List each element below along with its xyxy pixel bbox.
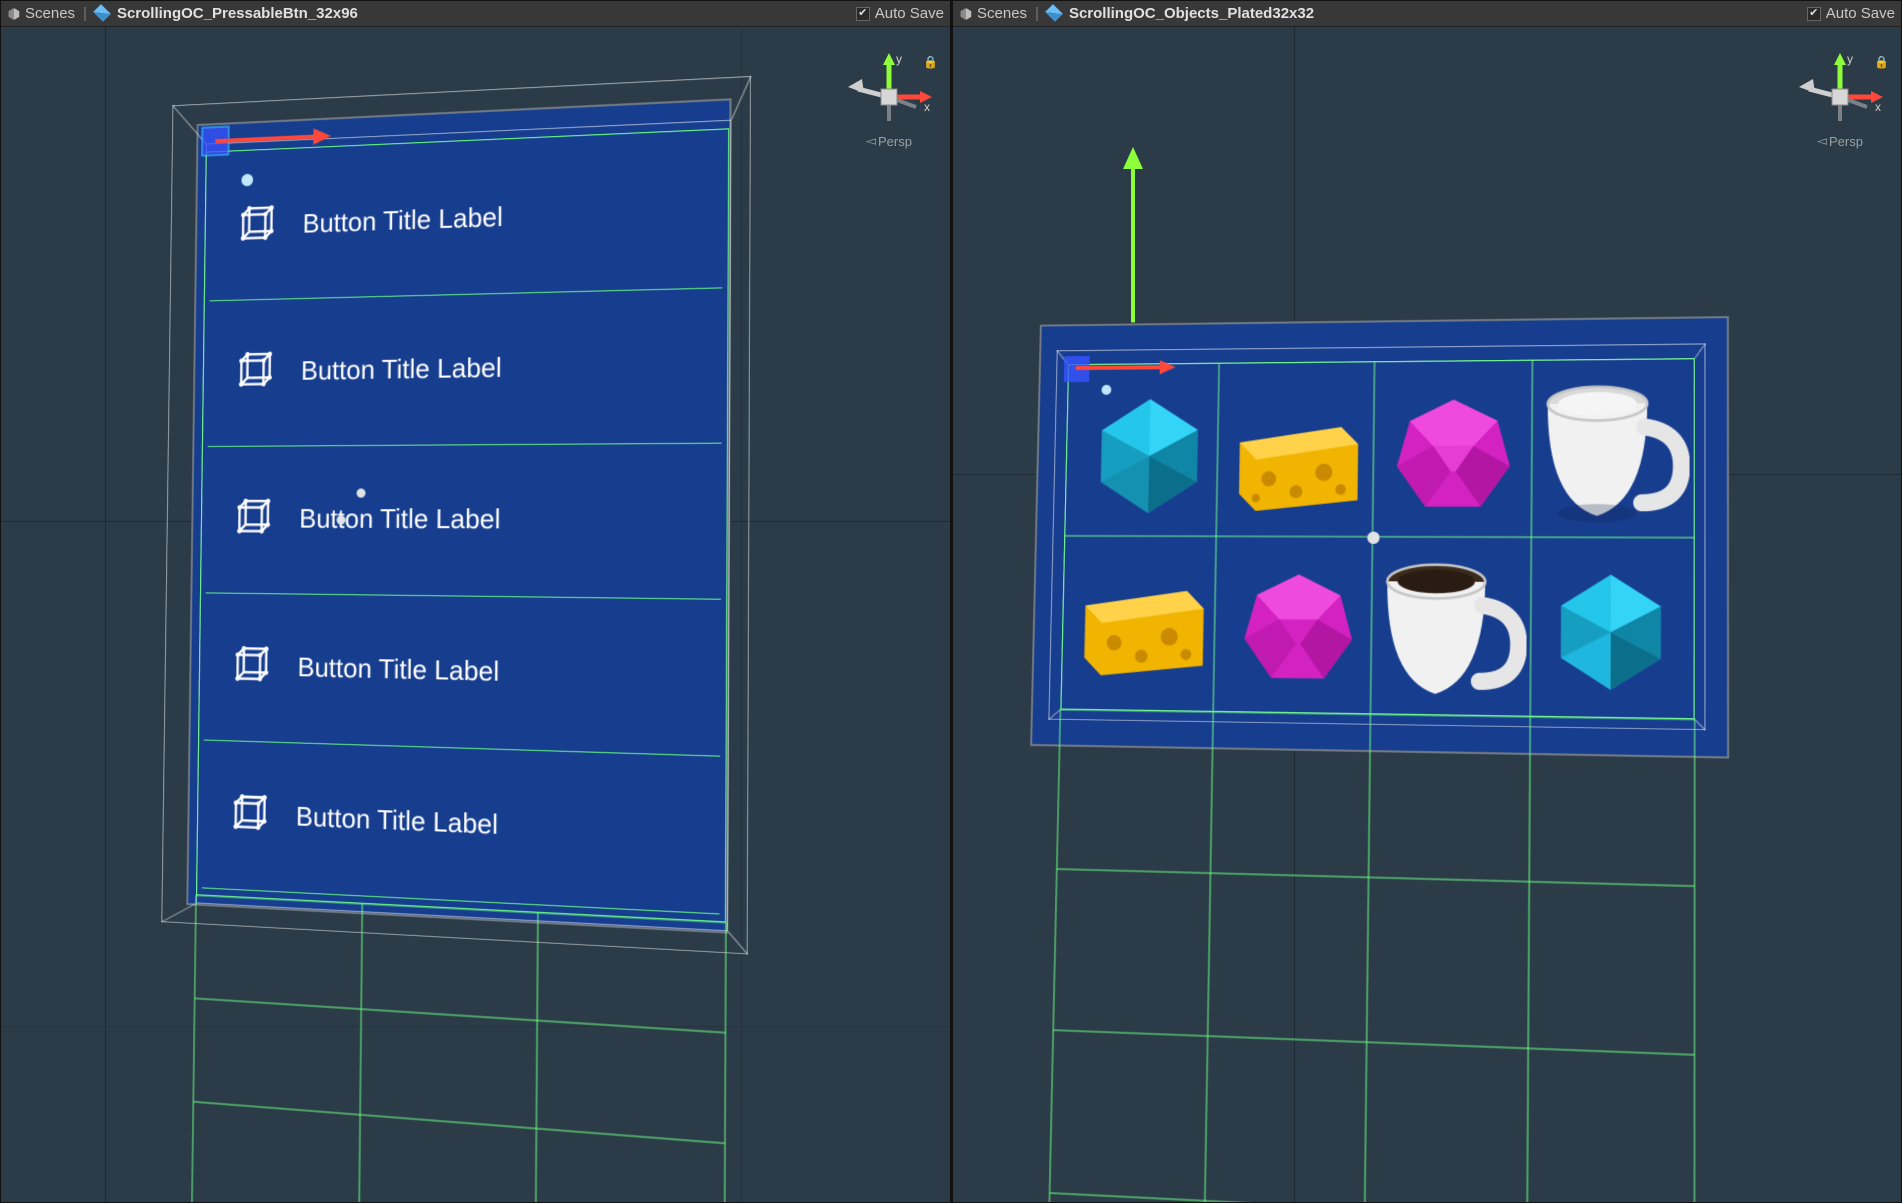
autosave-label: Auto Save — [1826, 5, 1895, 22]
breadcrumb-prefab-link[interactable]: ScrollingOC_PressableBtn_32x96 — [95, 5, 358, 22]
button-title-label: Button Title Label — [301, 351, 502, 386]
scene-viewport[interactable]: 🔒 y x ◅ Persp — [953, 27, 1901, 1202]
svg-text:y: y — [896, 53, 902, 66]
collider-dot — [337, 515, 346, 524]
cube-wire-icon — [231, 644, 272, 688]
autosave-checkbox[interactable]: ✔ — [1807, 7, 1821, 21]
object-dodecahedron[interactable] — [1376, 374, 1532, 538]
breadcrumb-scenes-link[interactable]: Scenes — [7, 5, 75, 22]
unity-icon — [7, 7, 21, 21]
autosave-checkbox[interactable]: ✔ — [856, 7, 870, 21]
projection-arrow-icon: ◅ — [1817, 133, 1827, 149]
lock-icon[interactable]: 🔒 — [923, 55, 938, 69]
breadcrumb-scenes-link[interactable]: Scenes — [959, 5, 1027, 22]
pressable-button-row[interactable]: Button Title Label — [235, 345, 502, 393]
projection-arrow-icon: ◅ — [866, 133, 876, 149]
cube-wire-icon — [229, 792, 270, 837]
breadcrumb-separator: | — [1035, 5, 1039, 22]
cube-wire-icon — [235, 350, 276, 393]
svg-text:y: y — [1847, 53, 1853, 66]
autosave-label: Auto Save — [875, 5, 944, 22]
projection-label: Persp — [878, 134, 912, 149]
projection-toggle[interactable]: ◅ Persp — [866, 133, 912, 149]
projection-toggle[interactable]: ◅ Persp — [1817, 133, 1863, 149]
breadcrumb-bar: Scenes | ScrollingOC_Objects_Plated32x32… — [953, 1, 1901, 27]
scene-viewport[interactable]: 🔒 y x ◅ Persp — [1, 27, 950, 1202]
breadcrumb-bar: Scenes | ScrollingOC_PressableBtn_32x96 … — [1, 1, 950, 27]
pressable-button-row[interactable]: Button Title Label — [233, 497, 501, 541]
breadcrumb-prefab-label: ScrollingOC_PressableBtn_32x96 — [117, 5, 358, 22]
lock-icon[interactable]: 🔒 — [1874, 55, 1889, 69]
prefab-icon — [93, 4, 111, 22]
unity-icon — [959, 7, 973, 21]
breadcrumb-scenes-label: Scenes — [977, 5, 1027, 22]
breadcrumb-prefab-label: ScrollingOC_Objects_Plated32x32 — [1069, 5, 1314, 22]
button-title-label: Button Title Label — [299, 502, 501, 535]
scene-pane-right[interactable]: Scenes | ScrollingOC_Objects_Plated32x32… — [951, 0, 1902, 1203]
breadcrumb-prefab-link[interactable]: ScrollingOC_Objects_Plated32x32 — [1047, 5, 1314, 22]
breadcrumb-separator: | — [83, 5, 87, 22]
pressable-button-row[interactable]: Button Title Label — [229, 792, 498, 847]
svg-text:x: x — [1875, 100, 1881, 114]
collider-dot — [357, 488, 366, 497]
orientation-gizmo[interactable]: 🔒 y x ◅ Persp — [846, 53, 932, 173]
svg-text:x: x — [924, 100, 930, 114]
prefab-icon — [1045, 4, 1063, 22]
button-title-label: Button Title Label — [297, 651, 499, 688]
scene-pane-left[interactable]: Scenes | ScrollingOC_PressableBtn_32x96 … — [0, 0, 951, 1203]
projection-label: Persp — [1829, 134, 1863, 149]
cube-wire-icon — [233, 497, 274, 540]
orientation-gizmo[interactable]: 🔒 y x ◅ Persp — [1797, 53, 1883, 173]
object-mug[interactable] — [1365, 540, 1532, 719]
breadcrumb-scenes-label: Scenes — [25, 5, 75, 22]
object-cheese[interactable] — [1222, 398, 1375, 532]
